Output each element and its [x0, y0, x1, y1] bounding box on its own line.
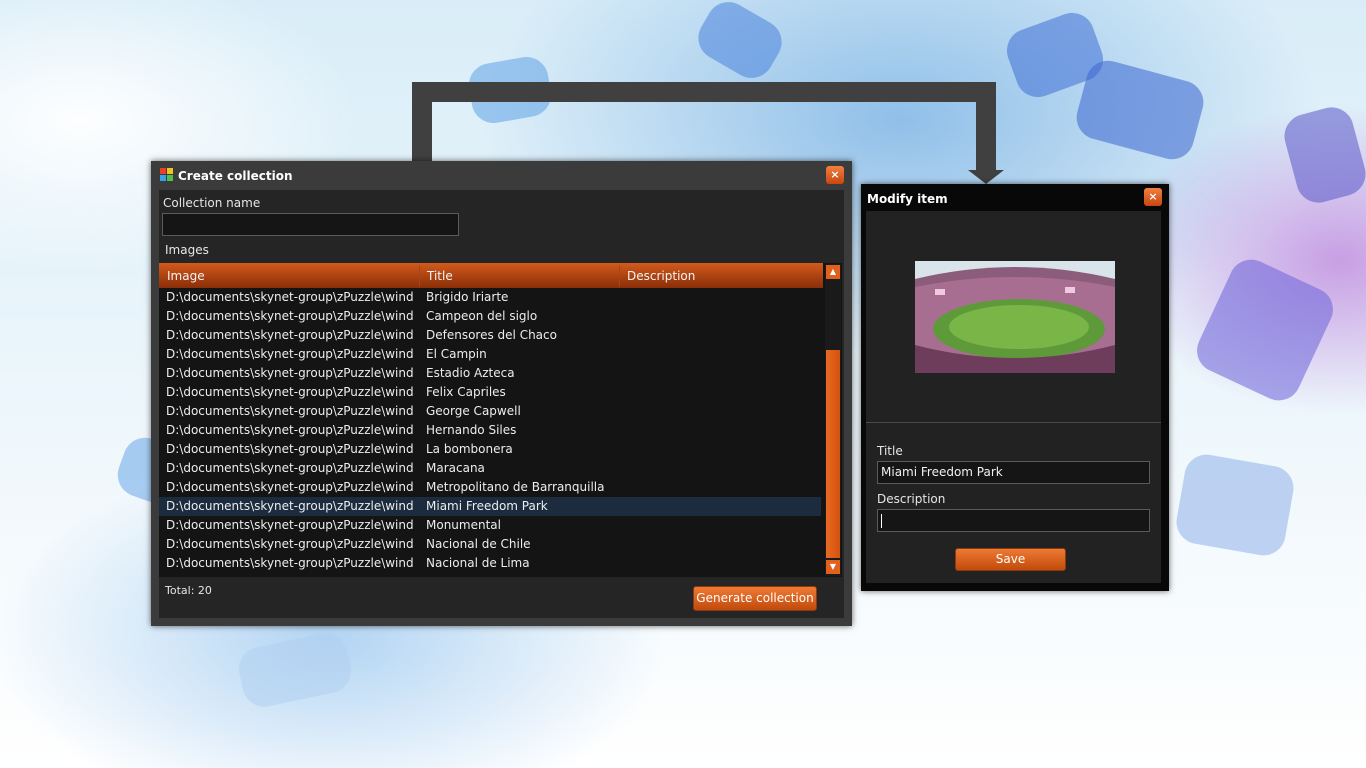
- cell-image-path: D:\documents\skynet-group\zPuzzle\windo.…: [166, 290, 414, 304]
- close-icon[interactable]: ×: [826, 166, 844, 184]
- cell-image-path: D:\documents\skynet-group\zPuzzle\windo.…: [166, 537, 414, 551]
- cell-title: El Campin: [426, 347, 487, 361]
- title-label: Title: [877, 444, 903, 458]
- cell-title: Nacional de Chile: [426, 537, 531, 551]
- table-row[interactable]: D:\documents\skynet-group\zPuzzle\windo.…: [159, 326, 821, 345]
- images-label: Images: [165, 243, 209, 257]
- save-button[interactable]: Save: [955, 548, 1066, 571]
- window-title: Create collection: [178, 169, 293, 183]
- modify-window-title: Modify item: [867, 192, 948, 206]
- table-header: Image Title Description: [159, 263, 823, 288]
- connector-arrow-left-leg: [412, 82, 432, 162]
- text-caret: [881, 513, 882, 528]
- bg-puzzle-piece: [1071, 55, 1209, 165]
- table-row[interactable]: D:\documents\skynet-group\zPuzzle\windo.…: [159, 516, 821, 535]
- cell-image-path: D:\documents\skynet-group\zPuzzle\windo.…: [166, 423, 414, 437]
- cell-title: Hernando Siles: [426, 423, 517, 437]
- table-row[interactable]: D:\documents\skynet-group\zPuzzle\windo.…: [159, 364, 821, 383]
- cell-title: Metropolitano de Barranquilla: [426, 480, 605, 494]
- bg-puzzle-piece: [1189, 252, 1341, 408]
- cell-title: Campeon del siglo: [426, 309, 538, 323]
- collection-name-label: Collection name: [163, 196, 261, 210]
- cell-title: Felix Capriles: [426, 385, 506, 399]
- column-header-description[interactable]: Description: [627, 269, 695, 283]
- cell-title: George Capwell: [426, 404, 521, 418]
- column-header-title[interactable]: Title: [427, 269, 453, 283]
- cell-title: La bombonera: [426, 442, 513, 456]
- title-input[interactable]: Miami Freedom Park: [877, 461, 1150, 484]
- divider: [866, 422, 1161, 423]
- stadium-image: [915, 261, 1115, 373]
- connector-arrowhead: [968, 170, 1004, 184]
- table-row[interactable]: D:\documents\skynet-group\zPuzzle\windo.…: [159, 535, 821, 554]
- table-row[interactable]: D:\documents\skynet-group\zPuzzle\windo.…: [159, 383, 821, 402]
- cell-title: Maracana: [426, 461, 485, 475]
- cell-image-path: D:\documents\skynet-group\zPuzzle\windo.…: [166, 309, 414, 323]
- cell-image-path: D:\documents\skynet-group\zPuzzle\windo.…: [166, 518, 414, 532]
- bg-puzzle-piece: [690, 0, 790, 86]
- connector-arrow-right-leg: [976, 82, 996, 172]
- create-collection-titlebar[interactable]: Create collection ×: [151, 161, 852, 189]
- connector-arrow: [412, 82, 996, 102]
- scroll-down-icon[interactable]: ▼: [826, 560, 840, 574]
- cell-title: Estadio Azteca: [426, 366, 515, 380]
- cell-title: Nacional de Lima: [426, 556, 530, 570]
- collection-name-input[interactable]: [162, 213, 459, 236]
- table-row[interactable]: D:\documents\skynet-group\zPuzzle\windo.…: [159, 554, 821, 573]
- close-icon[interactable]: ×: [1144, 188, 1162, 206]
- cell-image-path: D:\documents\skynet-group\zPuzzle\windo.…: [166, 366, 414, 380]
- column-divider[interactable]: [419, 265, 420, 287]
- description-input[interactable]: [877, 509, 1150, 532]
- cell-title: Defensores del Chaco: [426, 328, 557, 342]
- cell-image-path: D:\documents\skynet-group\zPuzzle\windo.…: [166, 499, 414, 513]
- table-row[interactable]: D:\documents\skynet-group\zPuzzle\windo.…: [159, 402, 821, 421]
- cell-image-path: D:\documents\skynet-group\zPuzzle\windo.…: [166, 442, 414, 456]
- cell-title: Monumental: [426, 518, 501, 532]
- cell-image-path: D:\documents\skynet-group\zPuzzle\windo.…: [166, 480, 414, 494]
- table-row[interactable]: D:\documents\skynet-group\zPuzzle\windo.…: [159, 497, 821, 516]
- column-header-image[interactable]: Image: [167, 269, 205, 283]
- table-row[interactable]: D:\documents\skynet-group\zPuzzle\windo.…: [159, 478, 821, 497]
- table-row[interactable]: D:\documents\skynet-group\zPuzzle\windo.…: [159, 421, 821, 440]
- bg-puzzle-piece: [1173, 451, 1297, 559]
- cell-title: Miami Freedom Park: [426, 499, 548, 513]
- images-table: Image Title Description D:\documents\sky…: [159, 263, 842, 577]
- cell-image-path: D:\documents\skynet-group\zPuzzle\windo.…: [166, 347, 414, 361]
- cell-image-path: D:\documents\skynet-group\zPuzzle\windo.…: [166, 385, 414, 399]
- cell-title: Brigido Iriarte: [426, 290, 509, 304]
- table-row[interactable]: D:\documents\skynet-group\zPuzzle\windo.…: [159, 345, 821, 364]
- table-row[interactable]: D:\documents\skynet-group\zPuzzle\windo.…: [159, 288, 821, 307]
- modify-item-titlebar[interactable]: Modify item ×: [861, 184, 1169, 212]
- bg-puzzle-piece: [1279, 102, 1366, 208]
- description-label: Description: [877, 492, 946, 506]
- cell-image-path: D:\documents\skynet-group\zPuzzle\windo.…: [166, 404, 414, 418]
- total-count: Total: 20: [165, 584, 212, 597]
- scrollbar-thumb[interactable]: [826, 350, 840, 558]
- cell-image-path: D:\documents\skynet-group\zPuzzle\windo.…: [166, 556, 414, 570]
- table-row[interactable]: D:\documents\skynet-group\zPuzzle\windo.…: [159, 440, 821, 459]
- stadium-thumbnail: [915, 261, 1115, 373]
- scroll-up-icon[interactable]: ▲: [826, 265, 840, 279]
- cell-image-path: D:\documents\skynet-group\zPuzzle\windo.…: [166, 328, 414, 342]
- table-row[interactable]: D:\documents\skynet-group\zPuzzle\windo.…: [159, 459, 821, 478]
- generate-collection-button[interactable]: Generate collection: [693, 586, 817, 611]
- column-divider[interactable]: [619, 265, 620, 287]
- bg-puzzle-piece: [234, 629, 356, 711]
- table-row[interactable]: D:\documents\skynet-group\zPuzzle\windo.…: [159, 307, 821, 326]
- cell-image-path: D:\documents\skynet-group\zPuzzle\windo.…: [166, 461, 414, 475]
- app-icon: [160, 168, 174, 182]
- table-scrollbar[interactable]: ▲ ▼: [825, 264, 841, 576]
